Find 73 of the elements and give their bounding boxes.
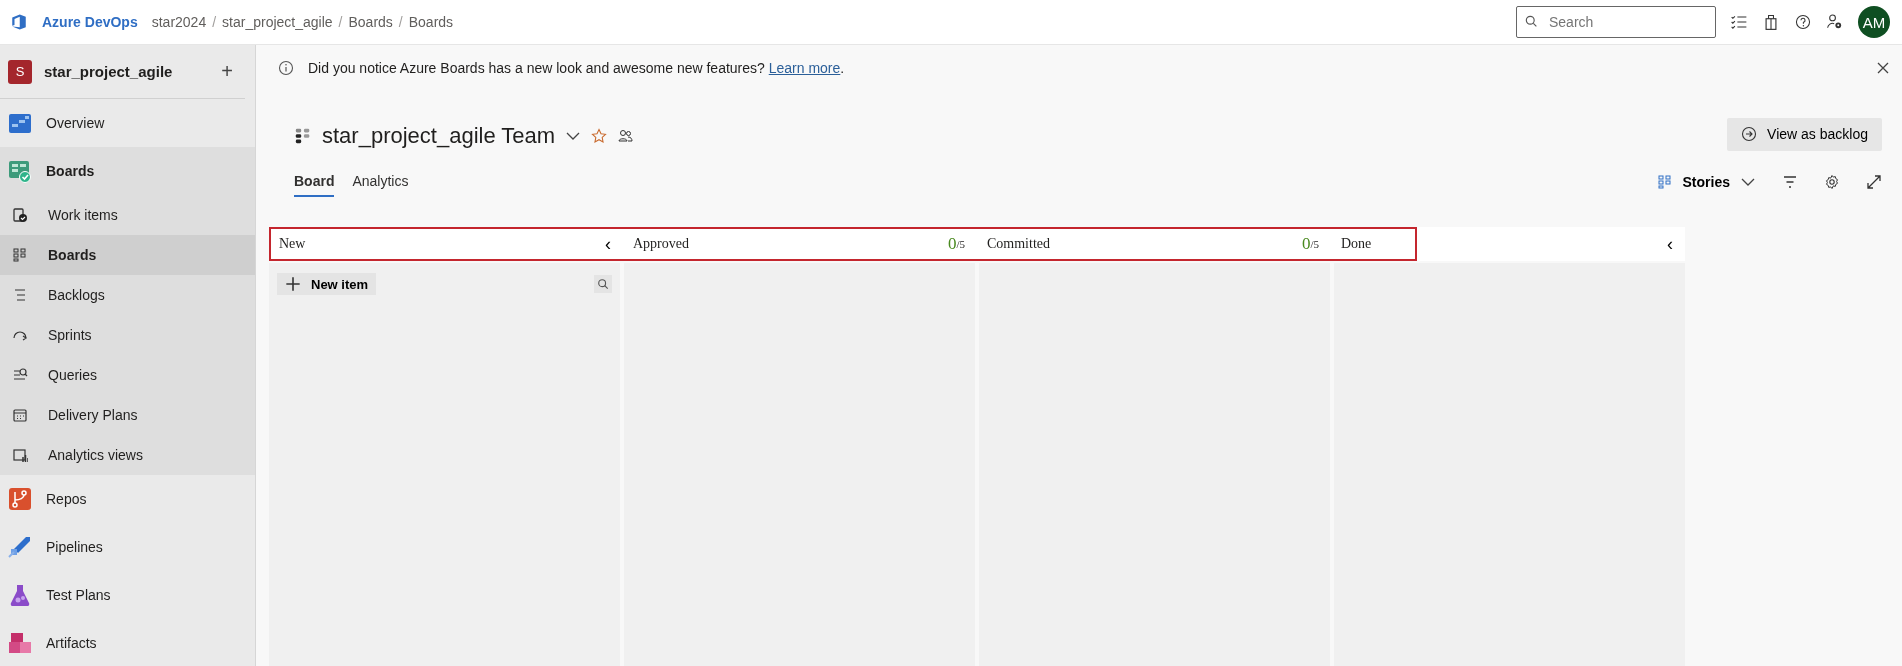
nav-item[interactable]: Test Plans (0, 571, 255, 619)
chart-icon (12, 447, 28, 463)
nav-item[interactable]: Overview (0, 99, 255, 147)
breadcrumb-link[interactable]: star_project_agile (222, 14, 333, 30)
backlog-level-picker[interactable]: Stories (1656, 174, 1756, 190)
team-name: star_project_agile Team (322, 123, 556, 149)
breadcrumb-separator: / (338, 14, 343, 30)
user-settings-icon[interactable] (1826, 13, 1844, 31)
search-icon[interactable] (594, 275, 612, 293)
view-as-backlog-button[interactable]: View as backlog (1727, 117, 1882, 151)
board-check-icon (8, 159, 32, 183)
rocket-icon (8, 535, 32, 559)
close-icon[interactable] (1876, 61, 1890, 75)
nav-item[interactable]: Pipelines (0, 523, 255, 571)
people-icon[interactable] (617, 128, 634, 144)
column-title: New (279, 236, 307, 252)
column-title: Committed (987, 236, 1051, 252)
nav-item[interactable]: Boards (0, 147, 255, 195)
tab[interactable]: Analytics (352, 167, 409, 197)
nav-subitem[interactable]: Delivery Plans (0, 395, 255, 435)
column-title: Approved (633, 236, 690, 252)
help-icon[interactable] (1794, 13, 1812, 31)
nav-item[interactable]: Artifacts (0, 619, 255, 666)
flask-icon (8, 583, 32, 607)
brand-name[interactable]: Azure DevOps (42, 14, 138, 30)
list-icon (12, 287, 28, 303)
star-icon[interactable] (591, 128, 608, 144)
overview-icon (8, 111, 32, 135)
collapse-button[interactable]: ‹ (1667, 233, 1673, 255)
collapse-button[interactable]: ‹ (605, 233, 611, 255)
arrow-circle-icon (1741, 126, 1758, 142)
nav-subitem[interactable]: Work items (0, 195, 255, 235)
boxes-icon (8, 631, 32, 655)
nav-subitem[interactable]: Backlogs (0, 275, 255, 315)
board-icon (12, 247, 28, 263)
expand-icon[interactable] (1866, 174, 1882, 190)
column-title: Done (1341, 236, 1373, 252)
branch-icon (8, 487, 32, 511)
new-item-button[interactable]: New item (277, 273, 377, 295)
info-icon (278, 60, 294, 76)
filter-icon[interactable] (1782, 174, 1798, 190)
search-field[interactable]: Search (1516, 6, 1716, 38)
item-count: 0 (947, 234, 957, 254)
add-button[interactable]: + (221, 60, 233, 83)
azure-devops-logo-icon (10, 13, 28, 31)
board-icon (1656, 174, 1673, 190)
calendar-icon (12, 407, 28, 423)
shopping-bag-icon[interactable] (1762, 13, 1780, 31)
checklist-icon[interactable] (1730, 13, 1748, 31)
item-count: 0 (1301, 234, 1311, 254)
settings-icon[interactable] (1824, 174, 1840, 190)
learn-more-link[interactable]: Learn more (768, 60, 841, 76)
clipboard-icon (12, 207, 28, 223)
nav-subitem[interactable]: Analytics views (0, 435, 255, 475)
project-avatar: S (8, 59, 32, 84)
banner-message: Did you notice Azure Boards has a new look and awesome new features? Learn more. (308, 60, 845, 76)
team-board-icon (294, 127, 312, 145)
nav-subitem[interactable]: Queries (0, 355, 255, 395)
breadcrumb-separator: / (398, 14, 403, 30)
breadcrumb-link[interactable]: Boards (348, 14, 393, 30)
project-name[interactable]: star_project_agile (44, 63, 210, 80)
breadcrumb-separator: / (212, 14, 217, 30)
query-icon (12, 367, 28, 383)
wip-limit: /5 (956, 238, 965, 250)
nav-subitem[interactable]: Boards (0, 235, 255, 275)
nav-item[interactable]: Repos (0, 475, 255, 523)
nav-subitem[interactable]: Sprints (0, 315, 255, 355)
plus-icon (285, 276, 301, 292)
user-avatar[interactable]: AM (1858, 6, 1890, 38)
breadcrumb-link[interactable]: star2024 (151, 14, 207, 30)
wip-limit: /5 (1310, 238, 1319, 250)
tab[interactable]: Board (294, 167, 335, 197)
breadcrumb-link[interactable]: Boards (408, 14, 454, 30)
